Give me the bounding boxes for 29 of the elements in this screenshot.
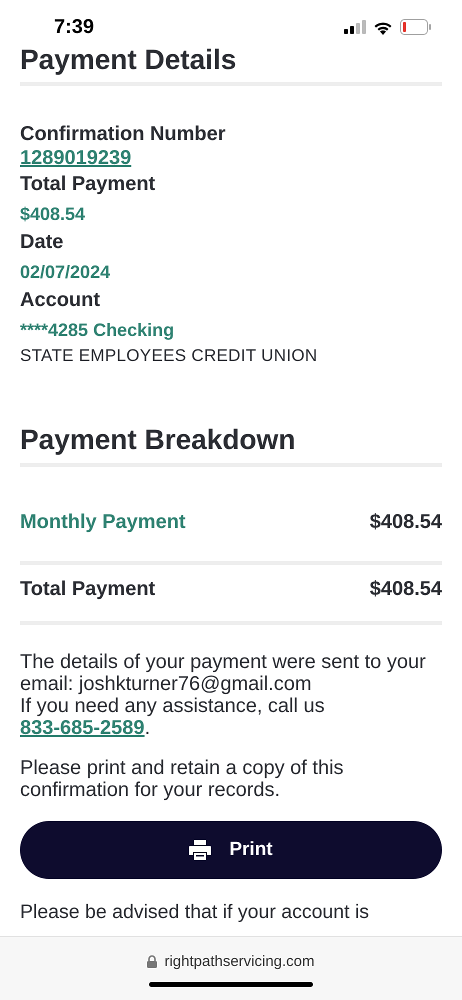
clock-time: 7:39 bbox=[54, 16, 94, 38]
lock-icon bbox=[147, 955, 158, 968]
signal-icon bbox=[344, 20, 366, 34]
breakdown-amount: $408.54 bbox=[370, 578, 442, 600]
battery-icon bbox=[400, 19, 432, 35]
breakdown-label: Total Payment bbox=[20, 578, 156, 600]
assistance-text: If you need any assistance, call us bbox=[20, 695, 325, 717]
section-heading: Payment Details bbox=[20, 44, 238, 76]
url-text: rightpathservicing.com bbox=[164, 953, 315, 970]
breakdown-amount: $408.54 bbox=[370, 510, 442, 534]
detail-value: 02/07/2024 bbox=[20, 261, 112, 283]
phone-link[interactable]: 833-685-2589 bbox=[20, 717, 145, 739]
detail-label: Total Payment bbox=[20, 172, 156, 197]
print-button[interactable]: Print bbox=[20, 821, 442, 879]
breakdown-label: Monthly Payment bbox=[20, 510, 186, 534]
retain-notice: Please print and retain a copy of this confirmation for your records. bbox=[20, 757, 345, 801]
wifi-icon bbox=[373, 20, 393, 34]
section-heading: Payment Breakdown bbox=[20, 423, 296, 457]
period-text: . bbox=[144, 717, 150, 739]
bank-name: STATE EMPLOYEES CREDIT UNION bbox=[20, 345, 318, 367]
email-notice: The details of your payment were sent to your email: joshkturner76@gmail.com bbox=[20, 651, 427, 695]
detail-value: $408.54 bbox=[20, 203, 86, 225]
detail-label: Date bbox=[20, 230, 64, 255]
confirmation-link[interactable]: 1289019239 bbox=[20, 147, 132, 169]
detail-label: Account bbox=[20, 288, 101, 313]
printer-icon bbox=[189, 840, 212, 860]
advisory-text: Please be advised that if your account is bbox=[20, 901, 370, 923]
detail-value: ****4285 Checking bbox=[20, 319, 176, 341]
detail-label: Confirmation Number bbox=[20, 122, 227, 147]
